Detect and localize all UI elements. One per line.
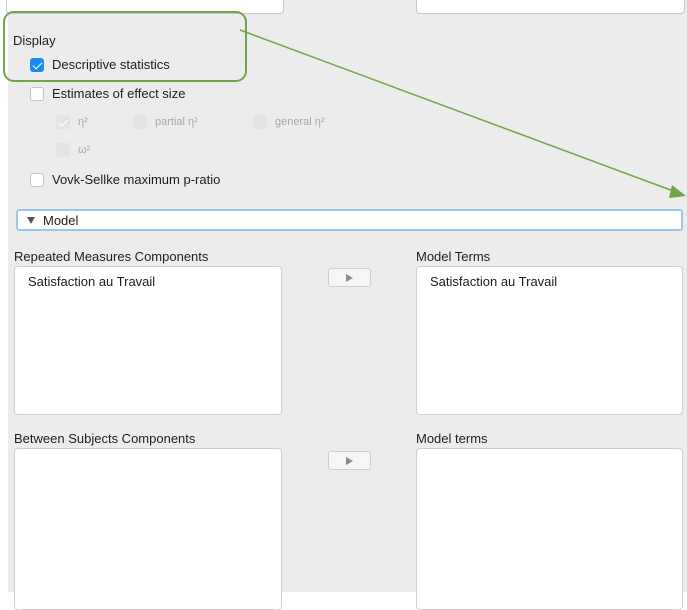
annotation-arrow-line	[239, 29, 677, 193]
annotation-arrowhead	[669, 185, 686, 198]
annotation-arrow	[239, 29, 686, 198]
